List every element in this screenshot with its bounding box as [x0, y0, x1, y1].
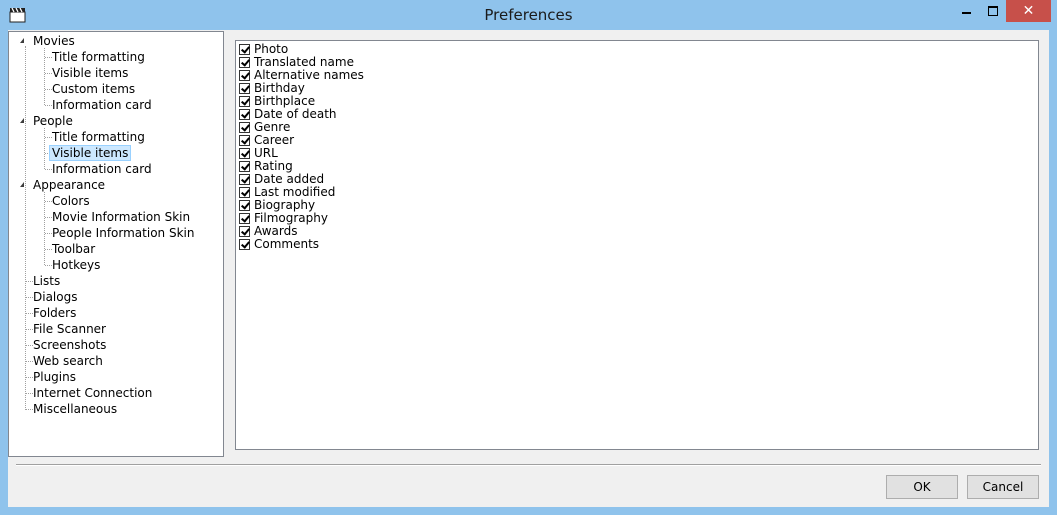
- tree-item-movies-visible-items[interactable]: Visible items: [50, 65, 130, 81]
- preferences-window: Preferences ✕ Movies Title formatting Vi…: [0, 0, 1057, 515]
- tree-item-folders[interactable]: Folders: [31, 305, 78, 321]
- tree-item-lists[interactable]: Lists: [31, 273, 62, 289]
- tree-item-movies-custom-items[interactable]: Custom items: [50, 81, 137, 97]
- tree-item-label: Information card: [52, 162, 152, 176]
- maximize-icon: [988, 6, 998, 16]
- tree-item-label: Custom items: [52, 82, 136, 96]
- tree-item-movies-information-card[interactable]: Information card: [50, 97, 154, 113]
- tree-item-label: Internet Connection: [33, 386, 153, 400]
- tree-item-label: People: [33, 114, 73, 128]
- minimize-button[interactable]: [954, 0, 980, 22]
- tree-item-label: Screenshots: [33, 338, 107, 352]
- checkbox-checked-icon[interactable]: [239, 44, 250, 55]
- collapse-arrow-icon[interactable]: [20, 118, 24, 123]
- tree-item-dialogs[interactable]: Dialogs: [31, 289, 79, 305]
- checkbox-checked-icon[interactable]: [239, 161, 250, 172]
- tree-item-label: Plugins: [33, 370, 76, 384]
- tree-item-label: File Scanner: [33, 322, 106, 336]
- checkbox-checked-icon[interactable]: [239, 226, 250, 237]
- tree-item-label: Colors: [52, 194, 90, 208]
- tree-item-appearance-toolbar[interactable]: Toolbar: [50, 241, 97, 257]
- tree-item-screenshots[interactable]: Screenshots: [31, 337, 108, 353]
- tree-item-label: Title formatting: [52, 130, 145, 144]
- checkbox-checked-icon[interactable]: [239, 109, 250, 120]
- tree-item-label: Miscellaneous: [33, 402, 118, 416]
- checkbox-checked-icon[interactable]: [239, 83, 250, 94]
- footer-divider: [16, 464, 1041, 466]
- checkbox-checked-icon[interactable]: [239, 174, 250, 185]
- tree-line: [44, 192, 45, 265]
- tree-item-miscellaneous[interactable]: Miscellaneous: [31, 401, 119, 417]
- checkbox-checked-icon[interactable]: [239, 187, 250, 198]
- tree-item-movies-title-formatting[interactable]: Title formatting: [50, 49, 147, 65]
- tree-item-label: Hotkeys: [52, 258, 101, 272]
- close-icon: ✕: [1022, 3, 1035, 19]
- collapse-arrow-icon[interactable]: [20, 182, 24, 187]
- tree-item-label: Folders: [33, 306, 77, 320]
- checkbox-checked-icon[interactable]: [239, 239, 250, 250]
- tree-item-label: Visible items: [52, 66, 129, 80]
- cancel-button[interactable]: Cancel: [967, 475, 1039, 499]
- title-bar[interactable]: Preferences ✕: [0, 0, 1057, 30]
- tree-item-label: Appearance: [33, 178, 106, 192]
- tree-item-label: Toolbar: [52, 242, 96, 256]
- tree-item-internet-connection[interactable]: Internet Connection: [31, 385, 154, 401]
- checkbox-checked-icon[interactable]: [239, 96, 250, 107]
- tree-line: [25, 46, 26, 410]
- visible-items-checklist[interactable]: Photo Translated name Alternative names …: [235, 40, 1039, 450]
- tree-item-label: Movies: [33, 34, 75, 48]
- tree-item-movies[interactable]: Movies: [31, 33, 77, 49]
- checkbox-checked-icon[interactable]: [239, 148, 250, 159]
- tree-item-plugins[interactable]: Plugins: [31, 369, 78, 385]
- tree-item-people-information-card[interactable]: Information card: [50, 161, 154, 177]
- tree-item-label: Web search: [33, 354, 103, 368]
- checkbox-checked-icon[interactable]: [239, 200, 250, 211]
- tree-item-file-scanner[interactable]: File Scanner: [31, 321, 108, 337]
- tree-item-label: People Information Skin: [52, 226, 195, 240]
- tree-item-appearance-hotkeys[interactable]: Hotkeys: [50, 257, 102, 273]
- minimize-icon: [962, 12, 971, 14]
- tree-item-label: Visible items: [49, 145, 132, 161]
- dialog-client-area: Movies Title formatting Visible items Cu…: [8, 30, 1049, 507]
- checkbox-checked-icon[interactable]: [239, 57, 250, 68]
- ok-button[interactable]: OK: [886, 475, 958, 499]
- maximize-button[interactable]: [980, 0, 1006, 22]
- tree-item-web-search[interactable]: Web search: [31, 353, 105, 369]
- checkbox-label: Comments: [254, 237, 320, 251]
- tree-item-label: Information card: [52, 98, 152, 112]
- window-title: Preferences: [484, 6, 573, 24]
- tree-item-people-visible-items[interactable]: Visible items: [49, 145, 132, 161]
- checkbox-checked-icon[interactable]: [239, 70, 250, 81]
- tree-item-appearance-movie-skin[interactable]: Movie Information Skin: [50, 209, 192, 225]
- checkbox-checked-icon[interactable]: [239, 213, 250, 224]
- checkbox-checked-icon[interactable]: [239, 122, 250, 133]
- tree-item-people[interactable]: People: [31, 113, 75, 129]
- tree-item-label: Title formatting: [52, 50, 145, 64]
- close-button[interactable]: ✕: [1006, 0, 1051, 22]
- tree-item-appearance-people-skin[interactable]: People Information Skin: [50, 225, 196, 241]
- checkbox-checked-icon[interactable]: [239, 135, 250, 146]
- collapse-arrow-icon[interactable]: [20, 38, 24, 43]
- tree-item-people-title-formatting[interactable]: Title formatting: [50, 129, 147, 145]
- settings-tree[interactable]: Movies Title formatting Visible items Cu…: [8, 31, 224, 457]
- tree-item-label: Dialogs: [33, 290, 78, 304]
- tree-line: [45, 153, 48, 154]
- tree-item-label: Lists: [33, 274, 61, 288]
- tree-item-appearance-colors[interactable]: Colors: [50, 193, 92, 209]
- tree-item-label: Movie Information Skin: [52, 210, 191, 224]
- tree-item-appearance[interactable]: Appearance: [31, 177, 107, 193]
- tree-line: [44, 128, 45, 169]
